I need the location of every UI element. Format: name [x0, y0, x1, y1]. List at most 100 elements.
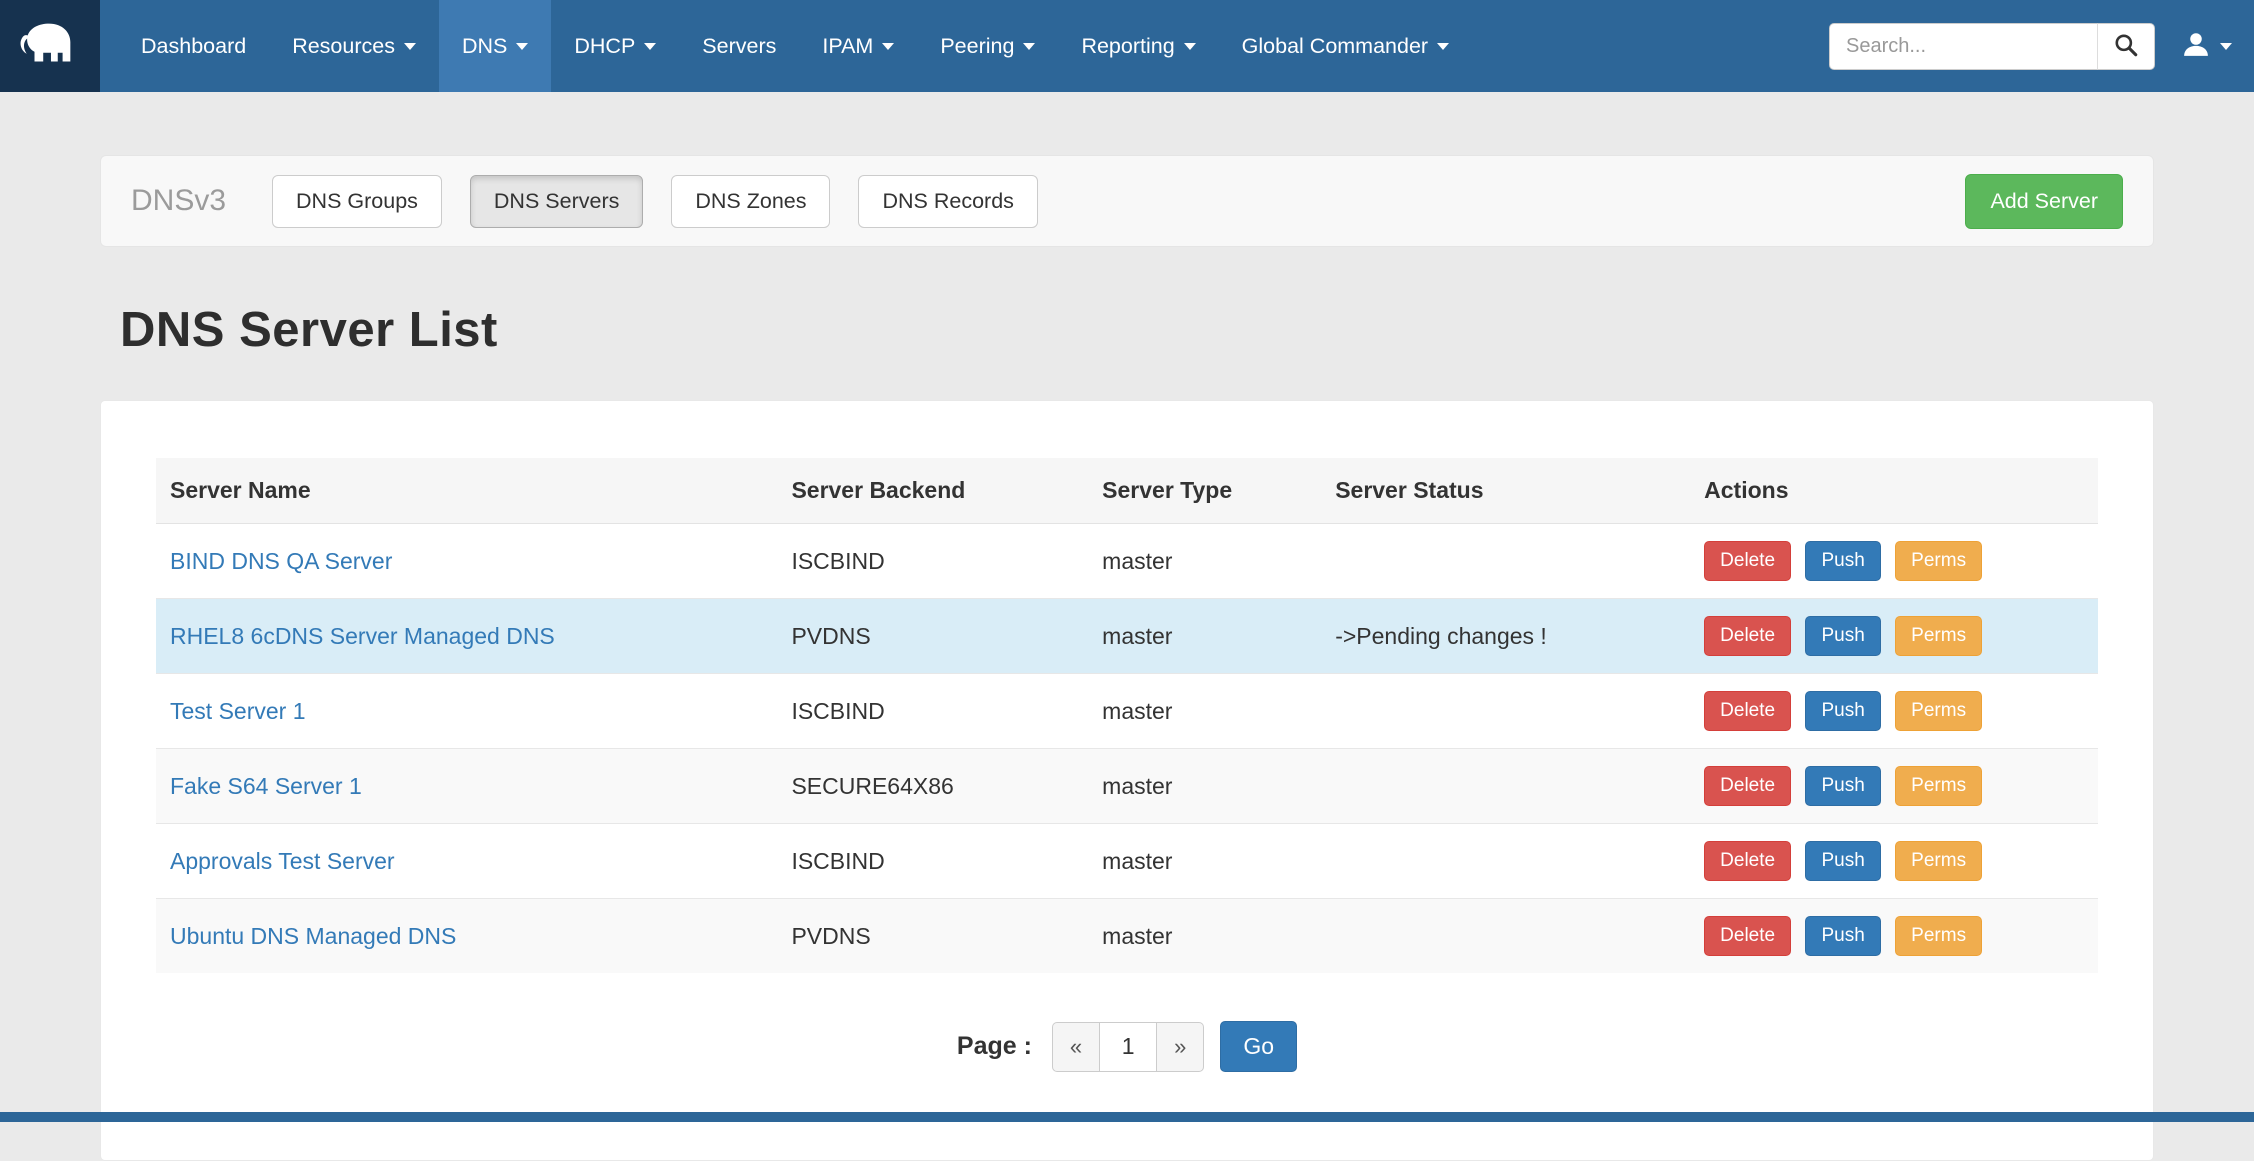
nav-label: Reporting	[1081, 34, 1174, 59]
navbar-right	[1829, 0, 2254, 92]
tab-dns-groups[interactable]: DNS Groups	[272, 175, 442, 228]
page-number-input[interactable]	[1099, 1022, 1157, 1072]
caret-down-icon	[2220, 43, 2232, 50]
pagination: Page : « » Go	[156, 1021, 2098, 1072]
go-button[interactable]: Go	[1220, 1021, 1297, 1072]
prev-page-button[interactable]: «	[1052, 1022, 1099, 1072]
delete-button[interactable]: Delete	[1704, 616, 1791, 656]
server-status-cell	[1321, 899, 1690, 974]
page-title: DNS Server List	[120, 302, 2254, 358]
nav-item-resources[interactable]: Resources	[269, 0, 439, 92]
header-server-backend: Server Backend	[777, 458, 1088, 524]
server-status-cell	[1321, 749, 1690, 824]
delete-button[interactable]: Delete	[1704, 766, 1791, 806]
perms-button[interactable]: Perms	[1895, 766, 1982, 806]
push-button[interactable]: Push	[1805, 691, 1880, 731]
nav-label: Dashboard	[141, 34, 246, 59]
server-backend-cell: SECURE64X86	[777, 749, 1088, 824]
tab-dns-zones[interactable]: DNS Zones	[671, 175, 830, 228]
table-row: RHEL8 6cDNS Server Managed DNS PVDNS mas…	[156, 599, 2098, 674]
perms-button[interactable]: Perms	[1895, 691, 1982, 731]
table-row: BIND DNS QA Server ISCBIND master Delete…	[156, 524, 2098, 599]
perms-button[interactable]: Perms	[1895, 841, 1982, 881]
push-button[interactable]: Push	[1805, 541, 1880, 581]
footer-strip	[0, 1112, 2254, 1122]
nav-label: DNS	[462, 34, 507, 59]
caret-down-icon	[1023, 43, 1035, 50]
push-button[interactable]: Push	[1805, 841, 1880, 881]
caret-down-icon	[404, 43, 416, 50]
nav-item-reporting[interactable]: Reporting	[1058, 0, 1218, 92]
user-icon	[2181, 29, 2211, 64]
server-status-cell	[1321, 824, 1690, 899]
server-name-link[interactable]: Ubuntu DNS Managed DNS	[170, 923, 456, 949]
table-row: Ubuntu DNS Managed DNS PVDNS master Dele…	[156, 899, 2098, 974]
search-group	[1829, 23, 2155, 70]
server-backend-cell: PVDNS	[777, 899, 1088, 974]
caret-down-icon	[1184, 43, 1196, 50]
nav-item-servers[interactable]: Servers	[679, 0, 799, 92]
nav-item-global-commander[interactable]: Global Commander	[1219, 0, 1472, 92]
table-header-row: Server Name Server Backend Server Type S…	[156, 458, 2098, 524]
delete-button[interactable]: Delete	[1704, 541, 1791, 581]
perms-button[interactable]: Perms	[1895, 916, 1982, 956]
server-type-cell: master	[1088, 524, 1321, 599]
nav-item-ipam[interactable]: IPAM	[799, 0, 917, 92]
server-type-cell: master	[1088, 674, 1321, 749]
table-row: Approvals Test Server ISCBIND master Del…	[156, 824, 2098, 899]
push-button[interactable]: Push	[1805, 616, 1880, 656]
server-table: Server Name Server Backend Server Type S…	[156, 458, 2098, 973]
header-server-status: Server Status	[1321, 458, 1690, 524]
table-row: Test Server 1 ISCBIND master Delete Push…	[156, 674, 2098, 749]
dnsv3-label: DNSv3	[131, 184, 226, 218]
add-server-button[interactable]: Add Server	[1965, 174, 2123, 229]
perms-button[interactable]: Perms	[1895, 541, 1982, 581]
next-page-button[interactable]: »	[1157, 1022, 1204, 1072]
nav-item-dhcp[interactable]: DHCP	[551, 0, 679, 92]
header-server-type: Server Type	[1088, 458, 1321, 524]
push-button[interactable]: Push	[1805, 916, 1880, 956]
brand-logo[interactable]	[0, 0, 100, 92]
caret-down-icon	[882, 43, 894, 50]
server-status-cell: ->Pending changes !	[1321, 599, 1690, 674]
nav-label: DHCP	[574, 34, 635, 59]
server-name-link[interactable]: Fake S64 Server 1	[170, 773, 362, 799]
server-status-cell	[1321, 674, 1690, 749]
server-type-cell: master	[1088, 824, 1321, 899]
page-label: Page :	[957, 1032, 1032, 1061]
server-name-link[interactable]: Approvals Test Server	[170, 848, 395, 874]
server-type-cell: master	[1088, 899, 1321, 974]
server-name-link[interactable]: Test Server 1	[170, 698, 306, 724]
delete-button[interactable]: Delete	[1704, 691, 1791, 731]
nav-item-dns[interactable]: DNS	[439, 0, 551, 92]
tab-dns-servers[interactable]: DNS Servers	[470, 175, 643, 228]
server-backend-cell: ISCBIND	[777, 824, 1088, 899]
user-menu[interactable]	[2181, 29, 2232, 64]
search-icon	[2113, 32, 2139, 61]
dnsv3-toolbar: DNSv3 DNS Groups DNS Servers DNS Zones D…	[100, 155, 2154, 247]
server-list-card: Server Name Server Backend Server Type S…	[100, 400, 2154, 1161]
nav-item-peering[interactable]: Peering	[917, 0, 1058, 92]
server-backend-cell: ISCBIND	[777, 524, 1088, 599]
delete-button[interactable]: Delete	[1704, 841, 1791, 881]
server-backend-cell: PVDNS	[777, 599, 1088, 674]
search-button[interactable]	[2097, 23, 2155, 70]
server-name-link[interactable]: RHEL8 6cDNS Server Managed DNS	[170, 623, 555, 649]
nav-item-dashboard[interactable]: Dashboard	[118, 0, 269, 92]
perms-button[interactable]: Perms	[1895, 616, 1982, 656]
server-type-cell: master	[1088, 749, 1321, 824]
main-nav: Dashboard Resources DNS DHCP Servers IPA…	[100, 0, 1472, 92]
caret-down-icon	[1437, 43, 1449, 50]
nav-label: Servers	[702, 34, 776, 59]
header-actions: Actions	[1690, 458, 2098, 524]
tab-dns-records[interactable]: DNS Records	[858, 175, 1037, 228]
mammoth-logo-icon	[19, 13, 81, 80]
table-row: Fake S64 Server 1 SECURE64X86 master Del…	[156, 749, 2098, 824]
push-button[interactable]: Push	[1805, 766, 1880, 806]
server-name-link[interactable]: BIND DNS QA Server	[170, 548, 392, 574]
header-server-name: Server Name	[156, 458, 777, 524]
search-input[interactable]	[1829, 23, 2097, 70]
nav-label: Global Commander	[1242, 34, 1428, 59]
delete-button[interactable]: Delete	[1704, 916, 1791, 956]
caret-down-icon	[516, 43, 528, 50]
